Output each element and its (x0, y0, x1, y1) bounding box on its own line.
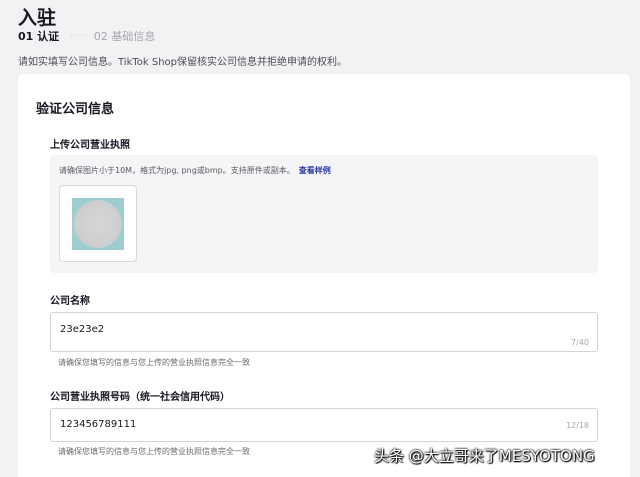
card-title: 验证公司信息 (36, 102, 115, 117)
company-name-label: 公司名称 (50, 296, 90, 307)
company-name-value: 23e23e2 (60, 324, 105, 335)
upload-hint-text: 请确保图片小于10M，格式为jpg, png或bmp。支持原件或副本。 (59, 166, 295, 175)
watermark: 头条 @大立哥来了MESYOTONG (374, 447, 595, 465)
company-name-char-count: 7/40 (571, 338, 589, 347)
step-indicator: 01 认证 ···· 02 基础信息 (18, 28, 155, 44)
license-number-label: 公司营业执照号码（统一社会信用代码） (50, 392, 230, 403)
license-upload-area: 请确保图片小于10M，格式为jpg, png或bmp。支持原件或副本。 查看样例 (50, 155, 598, 273)
upload-hint: 请确保图片小于10M，格式为jpg, png或bmp。支持原件或副本。 查看样例 (59, 165, 331, 176)
notice-text: 请如实填写公司信息。TikTok Shop保留核实公司信息并拒绝申请的权利。 (18, 57, 348, 68)
license-image (72, 197, 124, 250)
step-separator: ···· (70, 30, 87, 42)
page-title: 入驻 (18, 7, 57, 29)
step-1-certification[interactable]: 01 认证 (18, 28, 59, 44)
license-number-char-count: 12/18 (565, 421, 589, 430)
company-name-input[interactable]: 23e23e2 7/40 (50, 312, 598, 352)
verify-company-card: 验证公司信息 上传公司营业执照 请确保图片小于10M，格式为jpg, png或b… (18, 74, 630, 477)
license-number-help: 请确保您填写的信息与您上传的营业执照信息完全一致 (58, 447, 250, 456)
uploaded-license-thumbnail[interactable] (59, 185, 137, 262)
view-sample-link[interactable]: 查看样例 (299, 166, 331, 175)
company-name-help: 请确保您填写的信息与您上传的营业执照信息完全一致 (58, 358, 250, 367)
step-2-basic-info[interactable]: 02 基础信息 (94, 28, 156, 44)
license-number-input[interactable]: 123456789111 12/18 (50, 408, 598, 442)
license-number-value: 123456789111 (60, 419, 137, 430)
license-upload-label: 上传公司营业执照 (50, 140, 130, 151)
